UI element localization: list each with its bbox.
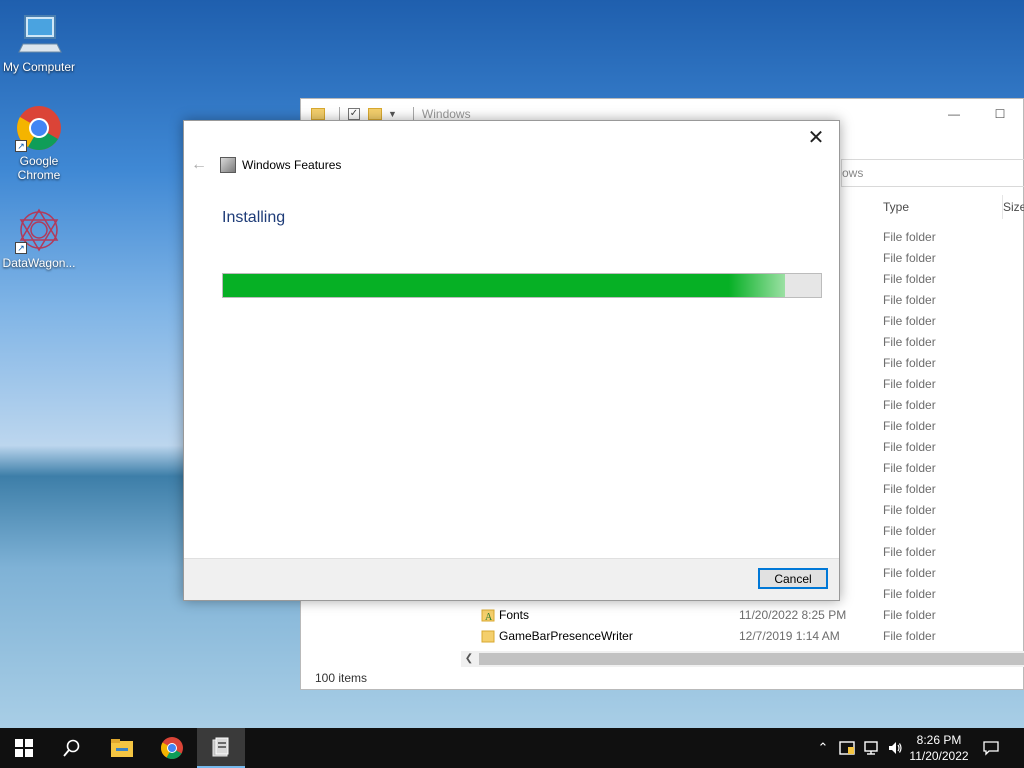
type-cell: File folder (883, 251, 936, 265)
security-tray-icon[interactable] (836, 728, 858, 768)
file-date: 11/20/2022 8:25 PM (739, 608, 847, 622)
desktop-icon-datawagon[interactable]: ↗ DataWagon... (1, 206, 77, 270)
speaker-icon (889, 742, 902, 754)
horizontal-scrollbar[interactable]: ❮ (461, 651, 1024, 667)
close-icon[interactable]: ✕ (801, 125, 831, 151)
fonts-folder-icon: A (481, 609, 495, 622)
desktop-icon-google-chrome[interactable]: ↗ Google Chrome (1, 104, 77, 182)
search-button[interactable] (48, 728, 96, 768)
back-arrow-icon[interactable]: ← (191, 156, 207, 174)
taskbar-chrome[interactable] (148, 728, 196, 768)
network-icon (864, 741, 878, 755)
file-row-fonts[interactable]: A Fonts 11/20/2022 8:25 PM (481, 605, 901, 626)
show-hidden-icons-button[interactable]: ⌃ (812, 728, 834, 768)
action-center-button[interactable] (978, 728, 1004, 768)
type-column-values: File folder File folder File folder File… (883, 227, 936, 647)
shortcut-arrow-icon: ↗ (15, 242, 27, 254)
file-row-gamebar[interactable]: GameBarPresenceWriter 12/7/2019 1:14 AM (481, 626, 901, 647)
svg-text:A: A (485, 612, 493, 622)
network-tray-icon[interactable] (860, 728, 882, 768)
file-name: GameBarPresenceWriter (499, 629, 633, 643)
chevron-up-icon: ⌃ (817, 740, 829, 755)
shortcut-arrow-icon: ↗ (15, 140, 27, 152)
chevron-down-icon[interactable]: ▼ (388, 109, 397, 119)
computer-icon (15, 10, 63, 58)
clock-date: 11/20/2022 (909, 749, 969, 763)
type-cell: File folder (883, 356, 936, 370)
type-cell: File folder (883, 566, 936, 580)
windows-features-icon (220, 157, 236, 173)
window-controls: — ☐ (931, 99, 1023, 129)
progress-bar-fill (223, 274, 786, 297)
desktop-icon-label: DataWagon... (2, 256, 76, 270)
windows-features-icon (212, 737, 229, 757)
type-cell: File folder (883, 377, 936, 391)
taskbar-clock[interactable]: 8:26 PM 11/20/2022 (906, 732, 972, 764)
search-icon (63, 739, 80, 757)
file-explorer-icon (111, 739, 133, 757)
type-cell: File folder (883, 419, 936, 433)
type-cell: File folder (883, 461, 936, 475)
start-button[interactable] (0, 728, 48, 768)
type-cell: File folder (883, 440, 936, 454)
taskbar: ⌃ 8:26 PM 11/20/2022 (0, 728, 1024, 768)
column-header-size[interactable]: Size (1002, 195, 1024, 219)
address-bar[interactable]: ows (841, 159, 1024, 187)
type-cell: File folder (883, 545, 936, 559)
datawagon-icon: ↗ (15, 206, 63, 254)
type-cell: File folder (883, 272, 936, 286)
dialog-footer: Cancel (184, 558, 839, 600)
scroll-thumb[interactable] (479, 653, 1024, 665)
minimize-icon[interactable]: — (931, 99, 977, 129)
maximize-icon[interactable]: ☐ (977, 99, 1023, 129)
new-folder-icon[interactable] (368, 108, 382, 120)
status-item-count: 100 items (315, 671, 368, 685)
cancel-button[interactable]: Cancel (758, 568, 828, 589)
clock-time: 8:26 PM (916, 733, 962, 747)
shield-icon (839, 741, 855, 755)
scroll-left-icon[interactable]: ❮ (461, 651, 477, 667)
progress-bar (222, 273, 822, 298)
type-cell: File folder (883, 314, 936, 328)
volume-tray-icon[interactable] (884, 728, 906, 768)
desktop-icon-my-computer[interactable]: My Computer (1, 10, 77, 74)
window-title: Windows (421, 107, 471, 121)
type-cell: File folder (883, 230, 936, 244)
file-date: 12/7/2019 1:14 AM (739, 629, 840, 643)
chrome-icon: ↗ (15, 104, 63, 152)
dialog-header: Windows Features (220, 157, 341, 173)
notification-icon (983, 741, 999, 756)
type-cell: File folder (883, 398, 936, 412)
type-cell: File folder (883, 587, 936, 601)
separator (339, 107, 340, 121)
taskbar-windows-features[interactable] (197, 728, 245, 768)
chrome-icon (161, 737, 183, 759)
properties-icon[interactable]: ✓ (348, 108, 360, 120)
type-cell: File folder (883, 503, 936, 517)
windows-logo-icon (15, 739, 33, 757)
type-cell: File folder (883, 524, 936, 538)
type-cell: File folder (883, 482, 936, 496)
file-name: Fonts (499, 608, 530, 622)
desktop-icon-label: Google Chrome (17, 154, 61, 182)
dialog-title: Windows Features (242, 158, 342, 172)
type-cell: File folder (883, 335, 936, 349)
desktop-icon-label: My Computer (2, 60, 76, 74)
column-header-type[interactable]: Type (883, 195, 909, 219)
windows-features-dialog[interactable]: ✕ ← Windows Features Installing Cancel (183, 120, 840, 601)
type-cell: File folder (883, 293, 936, 307)
installing-heading: Installing (222, 209, 286, 226)
taskbar-file-explorer[interactable] (98, 728, 146, 768)
folder-icon (311, 108, 325, 120)
folder-icon (481, 630, 495, 643)
separator (412, 107, 414, 121)
